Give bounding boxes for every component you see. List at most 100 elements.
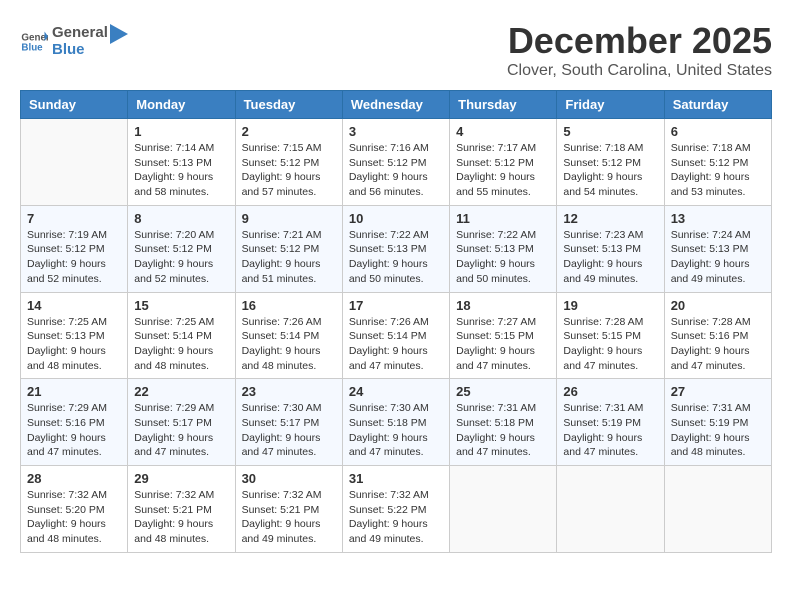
day-info: Sunrise: 7:32 AM Sunset: 5:20 PM Dayligh…: [27, 488, 121, 547]
calendar-cell: 25 Sunrise: 7:31 AM Sunset: 5:18 PM Dayli…: [450, 379, 557, 466]
day-number: 9: [242, 211, 336, 226]
day-info: Sunrise: 7:25 AM Sunset: 5:13 PM Dayligh…: [27, 315, 121, 374]
day-number: 12: [563, 211, 657, 226]
calendar-cell: [557, 466, 664, 553]
day-info: Sunrise: 7:32 AM Sunset: 5:21 PM Dayligh…: [134, 488, 228, 547]
day-info: Sunrise: 7:31 AM Sunset: 5:19 PM Dayligh…: [563, 401, 657, 460]
day-number: 26: [563, 384, 657, 399]
day-info: Sunrise: 7:29 AM Sunset: 5:17 PM Dayligh…: [134, 401, 228, 460]
day-number: 25: [456, 384, 550, 399]
calendar-week-row: 14Sunrise: 7:25 AM Sunset: 5:13 PM Dayli…: [21, 292, 772, 379]
day-info: Sunrise: 7:26 AM Sunset: 5:14 PM Dayligh…: [349, 315, 443, 374]
calendar-cell: 6 Sunrise: 7:18 AM Sunset: 5:12 PM Daylig…: [664, 119, 771, 206]
day-number: 22: [134, 384, 228, 399]
day-number: 1: [134, 124, 228, 139]
calendar-cell: 1 Sunrise: 7:14 AM Sunset: 5:13 PM Daylig…: [128, 119, 235, 206]
day-number: 6: [671, 124, 765, 139]
calendar-week-row: 21 Sunrise: 7:29 AM Sunset: 5:16 PM Dayli…: [21, 379, 772, 466]
day-number: 2: [242, 124, 336, 139]
logo-arrow-icon: [110, 24, 128, 52]
day-number: 11: [456, 211, 550, 226]
calendar-cell: 28 Sunrise: 7:32 AM Sunset: 5:20 PM Dayli…: [21, 466, 128, 553]
calendar-cell: 21 Sunrise: 7:29 AM Sunset: 5:16 PM Dayli…: [21, 379, 128, 466]
day-info: Sunrise: 7:32 AM Sunset: 5:21 PM Dayligh…: [242, 488, 336, 547]
calendar-cell: [21, 119, 128, 206]
calendar-cell: 23Sunrise: 7:30 AM Sunset: 5:17 PM Dayli…: [235, 379, 342, 466]
day-number: 19: [563, 298, 657, 313]
day-number: 27: [671, 384, 765, 399]
day-number: 10: [349, 211, 443, 226]
day-info: Sunrise: 7:32 AM Sunset: 5:22 PM Dayligh…: [349, 488, 443, 547]
calendar-cell: 31 Sunrise: 7:32 AM Sunset: 5:22 PM Dayli…: [342, 466, 449, 553]
day-number: 8: [134, 211, 228, 226]
day-info: Sunrise: 7:19 AM Sunset: 5:12 PM Dayligh…: [27, 228, 121, 287]
calendar-week-row: 1 Sunrise: 7:14 AM Sunset: 5:13 PM Daylig…: [21, 119, 772, 206]
day-info: Sunrise: 7:24 AM Sunset: 5:13 PM Dayligh…: [671, 228, 765, 287]
page-header: General Blue General Blue December 2025 …: [20, 20, 772, 80]
weekday-header-row: SundayMondayTuesdayWednesdayThursdayFrid…: [21, 91, 772, 119]
day-number: 4: [456, 124, 550, 139]
calendar-cell: [664, 466, 771, 553]
day-info: Sunrise: 7:17 AM Sunset: 5:12 PM Dayligh…: [456, 141, 550, 200]
day-number: 31: [349, 471, 443, 486]
weekday-header-wednesday: Wednesday: [342, 91, 449, 119]
calendar-cell: 30Sunrise: 7:32 AM Sunset: 5:21 PM Dayli…: [235, 466, 342, 553]
day-info: Sunrise: 7:18 AM Sunset: 5:12 PM Dayligh…: [563, 141, 657, 200]
day-info: Sunrise: 7:23 AM Sunset: 5:13 PM Dayligh…: [563, 228, 657, 287]
day-number: 23: [242, 384, 336, 399]
day-number: 20: [671, 298, 765, 313]
logo-icon: General Blue: [20, 28, 48, 56]
day-number: 13: [671, 211, 765, 226]
weekday-header-monday: Monday: [128, 91, 235, 119]
month-title: December 2025: [507, 20, 772, 62]
day-number: 18: [456, 298, 550, 313]
day-number: 24: [349, 384, 443, 399]
calendar-cell: 10Sunrise: 7:22 AM Sunset: 5:13 PM Dayli…: [342, 205, 449, 292]
calendar-cell: 8 Sunrise: 7:20 AM Sunset: 5:12 PM Daylig…: [128, 205, 235, 292]
day-info: Sunrise: 7:16 AM Sunset: 5:12 PM Dayligh…: [349, 141, 443, 200]
day-number: 21: [27, 384, 121, 399]
calendar-cell: 26 Sunrise: 7:31 AM Sunset: 5:19 PM Dayli…: [557, 379, 664, 466]
day-number: 28: [27, 471, 121, 486]
calendar-cell: 3 Sunrise: 7:16 AM Sunset: 5:12 PM Daylig…: [342, 119, 449, 206]
day-info: Sunrise: 7:27 AM Sunset: 5:15 PM Dayligh…: [456, 315, 550, 374]
day-info: Sunrise: 7:18 AM Sunset: 5:12 PM Dayligh…: [671, 141, 765, 200]
day-number: 3: [349, 124, 443, 139]
calendar-cell: [450, 466, 557, 553]
day-info: Sunrise: 7:14 AM Sunset: 5:13 PM Dayligh…: [134, 141, 228, 200]
calendar-cell: 17Sunrise: 7:26 AM Sunset: 5:14 PM Dayli…: [342, 292, 449, 379]
day-info: Sunrise: 7:31 AM Sunset: 5:19 PM Dayligh…: [671, 401, 765, 460]
day-info: Sunrise: 7:30 AM Sunset: 5:18 PM Dayligh…: [349, 401, 443, 460]
weekday-header-saturday: Saturday: [664, 91, 771, 119]
calendar-cell: 15 Sunrise: 7:25 AM Sunset: 5:14 PM Dayli…: [128, 292, 235, 379]
calendar-table: SundayMondayTuesdayWednesdayThursdayFrid…: [20, 90, 772, 553]
day-number: 5: [563, 124, 657, 139]
calendar-cell: 4 Sunrise: 7:17 AM Sunset: 5:12 PM Daylig…: [450, 119, 557, 206]
calendar-cell: 9Sunrise: 7:21 AM Sunset: 5:12 PM Daylig…: [235, 205, 342, 292]
calendar-cell: 22 Sunrise: 7:29 AM Sunset: 5:17 PM Dayli…: [128, 379, 235, 466]
calendar-cell: 20Sunrise: 7:28 AM Sunset: 5:16 PM Dayli…: [664, 292, 771, 379]
weekday-header-thursday: Thursday: [450, 91, 557, 119]
calendar-cell: 19 Sunrise: 7:28 AM Sunset: 5:15 PM Dayli…: [557, 292, 664, 379]
day-info: Sunrise: 7:25 AM Sunset: 5:14 PM Dayligh…: [134, 315, 228, 374]
title-area: December 2025 Clover, South Carolina, Un…: [507, 20, 772, 80]
calendar-week-row: 28 Sunrise: 7:32 AM Sunset: 5:20 PM Dayli…: [21, 466, 772, 553]
day-info: Sunrise: 7:28 AM Sunset: 5:15 PM Dayligh…: [563, 315, 657, 374]
weekday-header-tuesday: Tuesday: [235, 91, 342, 119]
day-info: Sunrise: 7:15 AM Sunset: 5:12 PM Dayligh…: [242, 141, 336, 200]
calendar-cell: 12 Sunrise: 7:23 AM Sunset: 5:13 PM Dayli…: [557, 205, 664, 292]
day-info: Sunrise: 7:31 AM Sunset: 5:18 PM Dayligh…: [456, 401, 550, 460]
logo: General Blue General Blue: [20, 25, 128, 58]
calendar-cell: 27 Sunrise: 7:31 AM Sunset: 5:19 PM Dayli…: [664, 379, 771, 466]
day-info: Sunrise: 7:29 AM Sunset: 5:16 PM Dayligh…: [27, 401, 121, 460]
day-number: 15: [134, 298, 228, 313]
location-title: Clover, South Carolina, United States: [507, 62, 772, 80]
svg-text:Blue: Blue: [21, 42, 43, 53]
day-number: 7: [27, 211, 121, 226]
day-number: 16: [242, 298, 336, 313]
calendar-cell: 18 Sunrise: 7:27 AM Sunset: 5:15 PM Dayli…: [450, 292, 557, 379]
day-info: Sunrise: 7:20 AM Sunset: 5:12 PM Dayligh…: [134, 228, 228, 287]
calendar-cell: 29Sunrise: 7:32 AM Sunset: 5:21 PM Dayli…: [128, 466, 235, 553]
calendar-cell: 24 Sunrise: 7:30 AM Sunset: 5:18 PM Dayli…: [342, 379, 449, 466]
calendar-cell: 2 Sunrise: 7:15 AM Sunset: 5:12 PM Daylig…: [235, 119, 342, 206]
